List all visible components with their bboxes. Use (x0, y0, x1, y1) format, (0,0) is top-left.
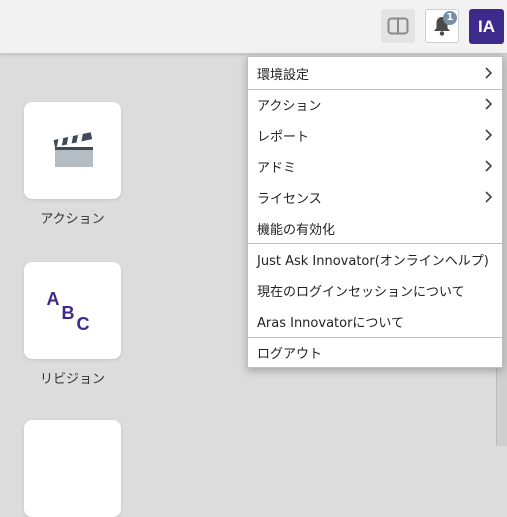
layout-toggle-button[interactable] (381, 9, 415, 43)
tile-actions[interactable] (24, 102, 121, 199)
menu-item-logout[interactable]: ログアウト (248, 337, 502, 368)
chevron-right-icon (485, 129, 493, 141)
clapperboard-icon (53, 131, 93, 167)
abc-letter-c: C (76, 313, 90, 334)
menu-item-label: アドミ (257, 161, 297, 176)
menu-item-preferences[interactable]: 環境設定 (248, 58, 502, 89)
menu-item-about[interactable]: Aras Innovatorについて (248, 306, 502, 337)
menu-item-admin[interactable]: アドミ (248, 151, 502, 182)
menu-item-online-help[interactable]: Just Ask Innovator(オンラインヘルプ) (248, 244, 502, 275)
menu-item-feature-activation[interactable]: 機能の有効化 (248, 213, 502, 244)
menu-item-actions[interactable]: アクション (248, 89, 502, 120)
chevron-right-icon (485, 98, 493, 110)
abc-letter-b: B (61, 302, 75, 323)
split-view-icon (387, 17, 409, 35)
chevron-right-icon (485, 67, 493, 79)
menu-item-reports[interactable]: レポート (248, 120, 502, 151)
abc-letter-a: A (46, 288, 60, 309)
menu-item-label: 現在のログインセッションについて (257, 285, 465, 300)
top-bar: 1 IA (0, 0, 507, 54)
user-avatar-button[interactable]: IA (469, 9, 504, 44)
menu-item-label: ライセンス (257, 192, 322, 207)
tile-partial[interactable] (24, 420, 121, 517)
notification-count-badge: 1 (443, 11, 457, 25)
chevron-right-icon (485, 160, 493, 172)
menu-item-label: アクション (257, 99, 322, 114)
menu-item-label: Just Ask Innovator(オンラインヘルプ) (257, 254, 489, 269)
tile-revisions-label: リビジョン (39, 372, 105, 387)
menu-item-label: ログアウト (257, 347, 323, 362)
abc-icon: A B C (43, 281, 103, 341)
menu-item-label: レポート (257, 130, 310, 145)
tile-actions-label: アクション (40, 212, 105, 227)
menu-item-session-info[interactable]: 現在のログインセッションについて (248, 275, 502, 306)
chevron-right-icon (485, 191, 493, 203)
tile-revisions[interactable]: A B C (24, 262, 121, 359)
menu-item-label: 機能の有効化 (257, 223, 336, 238)
menu-item-label: 環境設定 (257, 68, 310, 83)
user-menu: 環境設定 アクション レポート アドミ ライセンス 機能の有効化 Just As… (247, 56, 503, 368)
menu-item-label: Aras Innovatorについて (257, 316, 405, 331)
menu-item-license[interactable]: ライセンス (248, 182, 502, 213)
